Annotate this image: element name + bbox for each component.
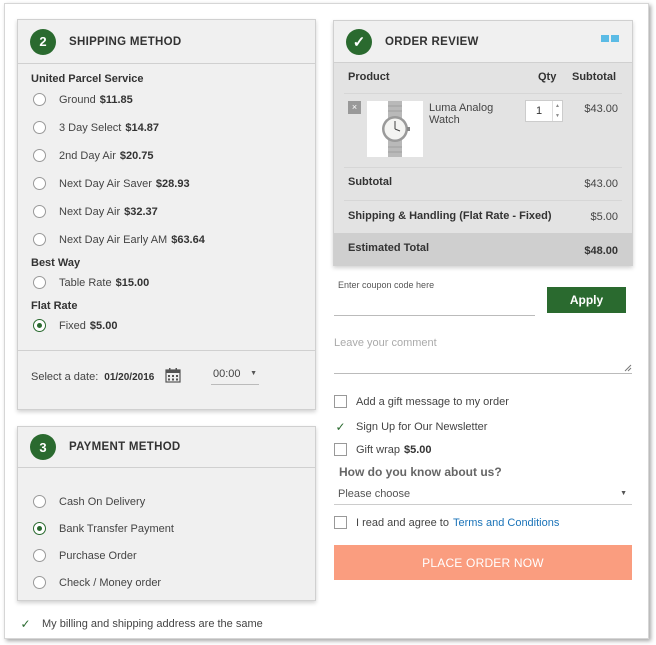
payment-header: 3 PAYMENT METHOD [18, 427, 315, 468]
shipping-option[interactable]: Ground $11.85 [33, 93, 133, 106]
gift-wrap-checkbox-row[interactable]: Gift wrap $5.00 [334, 443, 432, 456]
date-label: Select a date: [31, 371, 99, 383]
estimated-total-row: Estimated Total $48.00 [334, 233, 632, 266]
calendar-icon[interactable] [165, 368, 181, 386]
resize-handle-icon[interactable] [624, 364, 632, 372]
carrier-label-flatrate: Flat Rate [31, 300, 78, 312]
review-title: ORDER REVIEW [385, 35, 479, 48]
shipping-option[interactable]: Next Day Air Early AM $63.64 [33, 233, 205, 246]
check-icon[interactable]: ✓ [334, 420, 347, 434]
radio-button[interactable] [33, 177, 46, 190]
carrier-label-ups: United Parcel Service [31, 73, 144, 85]
quantity-stepper[interactable]: 1 ▲ ▼ [525, 100, 563, 122]
col-qty: Qty [538, 71, 557, 83]
checkbox[interactable] [334, 395, 347, 408]
radio-button[interactable] [33, 576, 46, 589]
shipping-option[interactable]: Next Day Air $32.37 [33, 205, 158, 218]
date-input[interactable]: 01/20/2016 [104, 372, 154, 383]
stepper-arrows[interactable]: ▲ ▼ [552, 101, 562, 121]
radio-button[interactable] [33, 149, 46, 162]
radio-button[interactable] [33, 121, 46, 134]
col-subtotal: Subtotal [572, 71, 616, 83]
divider [344, 93, 622, 94]
terms-checkbox-row[interactable]: I read and agree to Terms and Conditions [334, 516, 559, 529]
shipping-option[interactable]: Next Day Air Saver $28.93 [33, 177, 190, 190]
dropdown-arrow-icon: ▼ [620, 490, 627, 497]
radio-button[interactable] [33, 205, 46, 218]
radio-button[interactable] [33, 233, 46, 246]
product-name[interactable]: Luma Analog Watch [429, 102, 493, 126]
product-image [367, 101, 423, 157]
divider [344, 167, 622, 168]
order-review-panel: ✓ ORDER REVIEW Product Qty Subtotal × Lu… [333, 20, 633, 266]
divider [344, 200, 622, 201]
payment-option[interactable]: Cash On Delivery [33, 495, 145, 508]
shipping-method-panel: 2 SHIPPING METHOD United Parcel Service … [17, 19, 316, 410]
payment-option[interactable]: Bank Transfer Payment [33, 522, 174, 535]
shipping-header: 2 SHIPPING METHOD [18, 20, 315, 64]
shipping-handling-label: Shipping & Handling (Flat Rate - Fixed) [348, 210, 552, 222]
grid-toggle-icon[interactable] [601, 35, 619, 42]
divider [18, 350, 315, 351]
checkmark-badge-icon: ✓ [346, 28, 372, 55]
remove-item-button[interactable]: × [348, 101, 361, 114]
stepper-down-icon[interactable]: ▼ [555, 113, 560, 119]
radio-button[interactable] [33, 93, 46, 106]
radio-button[interactable] [33, 495, 46, 508]
estimated-total-label: Estimated Total [348, 242, 430, 254]
apply-coupon-button[interactable]: Apply [547, 287, 626, 313]
checkbox[interactable] [334, 516, 347, 529]
shipping-option[interactable]: 3 Day Select $14.87 [33, 121, 159, 134]
billing-same-row[interactable]: ✓ My billing and shipping address are th… [19, 617, 262, 631]
review-header: ✓ ORDER REVIEW [334, 21, 632, 63]
terms-link[interactable]: Terms and Conditions [453, 517, 559, 529]
shipping-option[interactable]: Table Rate $15.00 [33, 276, 149, 289]
payment-method-panel: 3 PAYMENT METHOD Cash On Delivery Bank T… [17, 426, 316, 601]
survey-question: How do you know about us? [339, 465, 502, 479]
newsletter-row[interactable]: ✓ Sign Up for Our Newsletter [334, 420, 487, 434]
survey-select[interactable]: Please choose ▼ [334, 485, 632, 505]
radio-button-selected[interactable] [33, 522, 46, 535]
shipping-option[interactable]: Fixed $5.00 [33, 319, 117, 332]
payment-option[interactable]: Purchase Order [33, 549, 137, 562]
checkbox[interactable] [334, 443, 347, 456]
payment-option[interactable]: Check / Money order [33, 576, 161, 589]
quantity-value[interactable]: 1 [526, 105, 552, 117]
comment-textarea[interactable]: Leave your comment [334, 332, 632, 374]
step-number-badge: 3 [30, 434, 56, 460]
coupon-input[interactable]: Enter coupon code here [334, 280, 535, 316]
payment-title: PAYMENT METHOD [69, 441, 181, 453]
col-product: Product [348, 71, 390, 83]
delivery-date-row: Select a date: 01/20/2016 [31, 368, 181, 386]
shipping-title: SHIPPING METHOD [69, 35, 182, 48]
dropdown-arrow-icon: ▼ [250, 370, 257, 377]
time-select[interactable]: 00:00 ▼ [211, 363, 259, 385]
subtotal-value: $43.00 [584, 178, 618, 190]
estimated-total-value: $48.00 [584, 245, 618, 257]
radio-button-selected[interactable] [33, 319, 46, 332]
radio-button[interactable] [33, 276, 46, 289]
shipping-option[interactable]: 2nd Day Air $20.75 [33, 149, 154, 162]
subtotal-label: Subtotal [348, 176, 392, 188]
step-number-badge: 2 [30, 28, 56, 55]
gift-message-checkbox-row[interactable]: Add a gift message to my order [334, 395, 509, 408]
check-icon: ✓ [20, 617, 31, 631]
stepper-up-icon[interactable]: ▲ [555, 103, 560, 109]
carrier-label-bestway: Best Way [31, 257, 81, 269]
place-order-button[interactable]: PLACE ORDER NOW [334, 545, 632, 580]
item-subtotal: $43.00 [584, 103, 618, 115]
radio-button[interactable] [33, 549, 46, 562]
shipping-handling-value: $5.00 [590, 211, 618, 223]
